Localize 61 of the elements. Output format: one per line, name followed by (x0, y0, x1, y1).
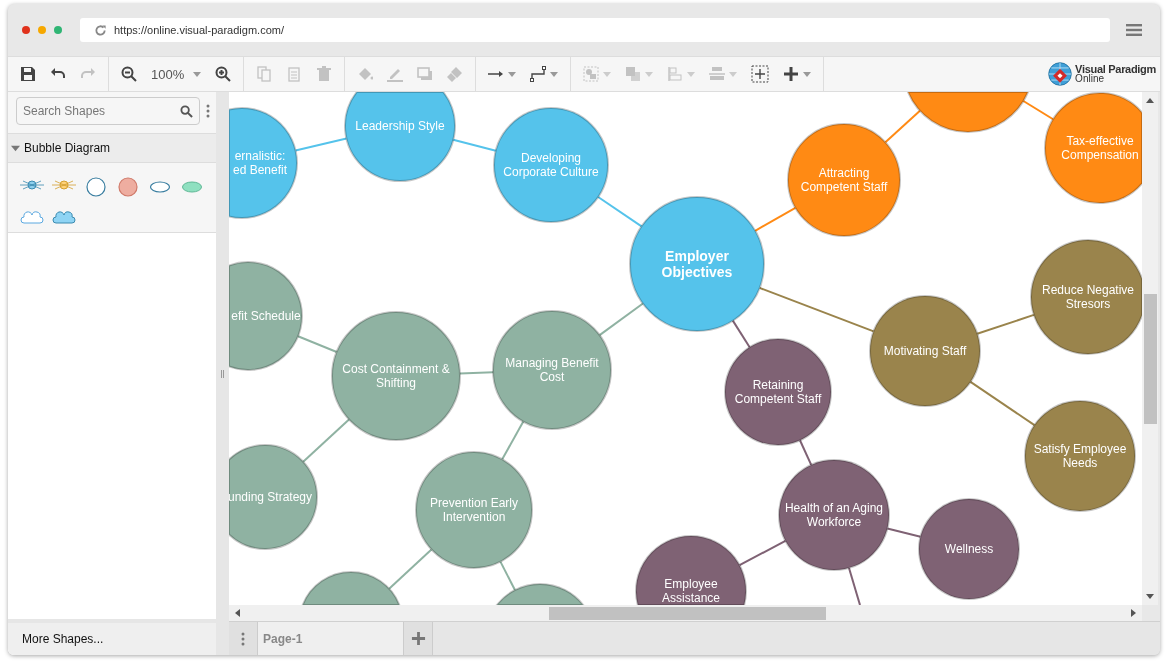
section-header[interactable]: Bubble Diagram (8, 133, 216, 163)
logo-icon (1047, 61, 1074, 87)
bubble-node[interactable]: Leadership Style (344, 92, 456, 182)
brand-subtitle: Online (1075, 74, 1104, 84)
url-text: https://online.visual-paradigm.com/ (114, 24, 284, 36)
more-options-icon[interactable] (241, 631, 245, 646)
bubble-node[interactable]: Attracting Competent Staff (787, 123, 901, 237)
more-shapes-link[interactable]: More Shapes... (8, 623, 216, 655)
save-icon[interactable] (20, 66, 36, 82)
connector-line[interactable] (758, 286, 875, 333)
bubble-node[interactable]: Prevention Early Intervention (415, 451, 533, 569)
brand-name: Visual Paradigm (1075, 64, 1156, 74)
add-icon[interactable] (783, 66, 800, 82)
horizontal-scrollbar[interactable] (229, 605, 1142, 621)
connector-line[interactable] (969, 380, 1036, 427)
bubble-node[interactable]: Managing Benefit Cost (492, 310, 612, 430)
waypoint-icon[interactable] (530, 66, 547, 82)
bubble-node[interactable]: Employee Assistance (635, 535, 747, 605)
bubble-node[interactable]: Motivating Staff (869, 295, 981, 407)
zoom-in-icon[interactable] (215, 66, 232, 82)
page-menu-button[interactable] (229, 622, 258, 655)
vertical-scrollbar[interactable] (1142, 92, 1158, 605)
search-icon[interactable] (180, 105, 193, 118)
connector-line[interactable] (976, 313, 1035, 335)
bubble-node[interactable]: Tax-effective Compensation (1044, 92, 1142, 204)
bubble-node[interactable]: Cost Containment & Shifting (331, 311, 461, 441)
connector-line[interactable] (886, 527, 922, 538)
connector-line[interactable] (798, 439, 813, 466)
expand-caret-icon[interactable] (11, 143, 20, 153)
select-all-icon[interactable] (751, 65, 770, 83)
connector-line[interactable] (848, 567, 861, 605)
bubble-node[interactable]: Retaining Competent Staff (724, 338, 832, 446)
bubble-node[interactable]: Wellness (918, 498, 1020, 600)
menu-icon[interactable] (1126, 24, 1142, 36)
more-options-icon[interactable] (206, 104, 210, 118)
bubble-node[interactable]: unding Strategy (229, 444, 318, 550)
connector-line[interactable] (499, 560, 516, 592)
connector-line[interactable] (738, 539, 787, 567)
section-title: Bubble Diagram (24, 141, 111, 155)
zoom-out-icon[interactable] (121, 66, 137, 82)
zoom-level-dropdown[interactable]: 100% (145, 61, 208, 87)
bubble-node[interactable]: Developing Corporate Culture (493, 107, 609, 223)
bubble-node[interactable]: Health of an Aging Workforce (778, 459, 890, 571)
search-field[interactable]: Search Shapes (16, 97, 200, 125)
bubble-node[interactable] (495, 583, 585, 605)
page-tab[interactable]: Page-1 (258, 622, 404, 655)
reload-icon[interactable] (94, 23, 107, 37)
address-bar[interactable]: https://online.visual-paradigm.com/ (80, 18, 1110, 42)
bubble-node[interactable] (907, 92, 1029, 133)
bubble-node[interactable] (301, 571, 401, 605)
bubble-node[interactable]: Employer Objectives (629, 196, 765, 332)
bubble-node[interactable]: Reduce Negative Stresors (1030, 239, 1142, 355)
maximize-dot[interactable] (54, 26, 62, 34)
connector-line[interactable] (458, 371, 495, 375)
connector-line[interactable] (731, 319, 751, 349)
bubble-node[interactable]: ernalistic: ed Benefit (229, 107, 298, 219)
add-page-button[interactable] (404, 622, 433, 655)
minimize-dot[interactable] (38, 26, 46, 34)
bubble-node[interactable]: efit Schedule (229, 261, 303, 371)
bubble-node[interactable]: Satisfy Employee Needs (1024, 400, 1136, 512)
close-dot[interactable] (22, 26, 30, 34)
